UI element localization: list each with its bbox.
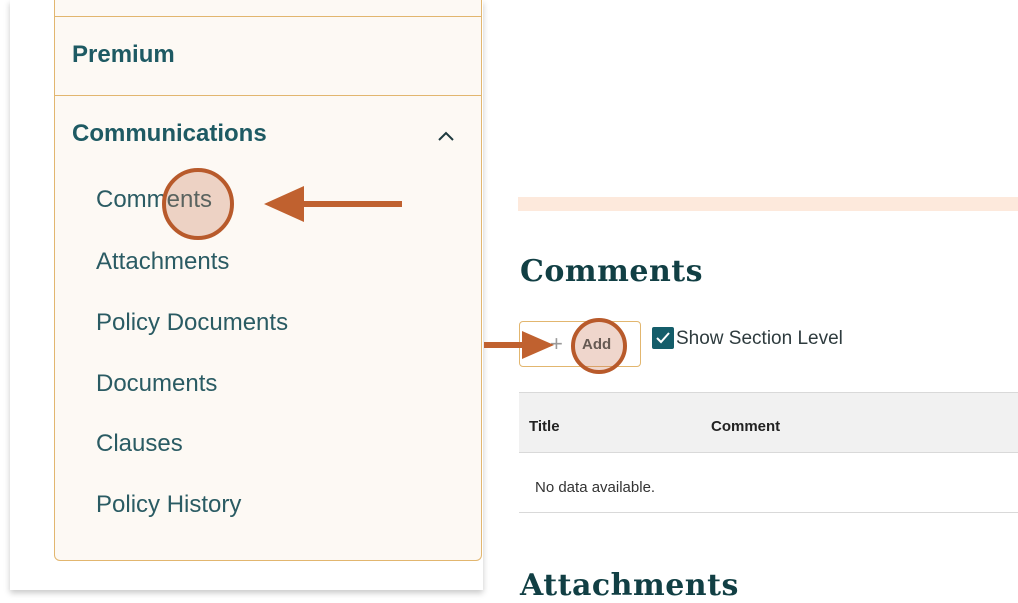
arrow-left-icon — [264, 186, 402, 222]
sidebar-item-policy-documents[interactable]: Policy Documents — [96, 309, 288, 337]
sidebar-zoom-panel: Premium Communications Comments Attachme… — [10, 0, 483, 590]
info-banner-strip — [518, 197, 1018, 211]
table-empty-message: No data available. — [535, 479, 656, 496]
sidebar-section-premium-label: Premium — [72, 41, 175, 68]
show-section-level-checkbox[interactable] — [652, 327, 674, 349]
highlight-circle-comments — [162, 168, 234, 240]
sidebar-section-premium[interactable]: Premium — [55, 16, 481, 96]
sidebar-item-documents[interactable]: Documents — [96, 370, 217, 398]
sidebar-item-policy-history[interactable]: Policy History — [96, 491, 241, 519]
attachments-heading: Attachments — [520, 568, 739, 603]
chevron-up-icon[interactable] — [433, 126, 459, 146]
arrow-right-icon — [484, 331, 554, 359]
show-section-level-label: Show Section Level — [676, 328, 843, 349]
sidebar-item-clauses[interactable]: Clauses — [96, 430, 183, 458]
sidebar-section-communications-label[interactable]: Communications — [72, 120, 267, 148]
sidebar-nav: Premium Communications Comments Attachme… — [54, 0, 482, 561]
checkmark-icon — [656, 332, 670, 344]
column-header-title[interactable]: Title — [529, 418, 560, 435]
column-header-comment[interactable]: Comment — [711, 418, 780, 435]
sidebar-item-attachments[interactable]: Attachments — [96, 248, 229, 276]
table-divider — [519, 512, 1018, 513]
comments-heading: Comments — [520, 254, 704, 289]
highlight-circle-add — [571, 318, 627, 374]
comments-table-header: Title Comment — [519, 392, 1018, 453]
